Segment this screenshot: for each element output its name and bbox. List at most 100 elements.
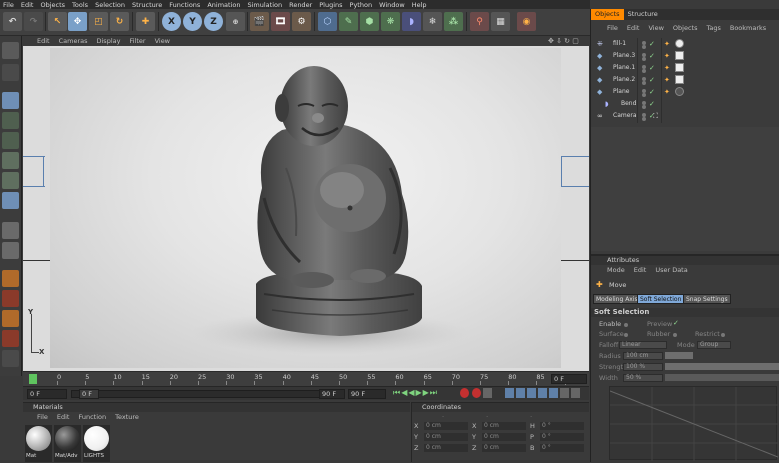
mode-dropdown[interactable]: Group (697, 341, 731, 349)
y-axis-lock-button[interactable]: Y (183, 12, 202, 31)
menu-plugins[interactable]: Plugins (319, 1, 342, 9)
texture-tag-icon[interactable] (675, 75, 684, 84)
material-swatch[interactable]: Mat (25, 425, 52, 462)
texture-tag-icon[interactable] (675, 39, 684, 48)
render-dot[interactable] (642, 93, 646, 97)
objects-menu-tags[interactable]: Tags (706, 24, 720, 32)
move-tool-icon[interactable]: ✥ (68, 12, 87, 31)
paint-icon[interactable] (2, 290, 19, 307)
live-select-icon[interactable]: ↖ (48, 12, 67, 31)
enabled-check[interactable]: ✓ (649, 98, 655, 110)
start-frame-field[interactable]: 0 F (27, 389, 67, 399)
tag-icon[interactable] (2, 330, 19, 347)
sculpt-icon[interactable] (2, 270, 19, 287)
material-swatch[interactable]: Mat/Adv (54, 425, 81, 462)
bend-deformer-icon[interactable]: ◗ (402, 12, 421, 31)
pen-spline-icon[interactable]: ✎ (339, 12, 358, 31)
coordinate-field[interactable]: 0 cm (424, 444, 468, 452)
render-dot[interactable] (642, 57, 646, 61)
viewport-menu-cameras[interactable]: Cameras (59, 37, 88, 45)
menu-render[interactable]: Render (289, 1, 312, 9)
camera-tag-icon[interactable]: ⛶ (653, 110, 658, 122)
menu-file[interactable]: File (3, 1, 14, 9)
material-tag-icon[interactable]: ✦ (664, 74, 670, 86)
menu-animation[interactable]: Animation (207, 1, 240, 9)
keyframe-selection-icon[interactable] (483, 388, 492, 398)
tab-structure[interactable]: Structure (624, 9, 662, 20)
menu-structure[interactable]: Structure (132, 1, 162, 9)
render-dot[interactable] (642, 105, 646, 109)
materials-menu-edit[interactable]: Edit (57, 413, 70, 421)
surface-checkbox[interactable] (624, 331, 628, 339)
z-axis-lock-button[interactable]: Z (204, 12, 223, 31)
strength-field[interactable]: 100 % (623, 363, 663, 371)
coordinate-field[interactable]: 0 cm (482, 444, 526, 452)
material-swatch[interactable]: LIGHTS (83, 425, 110, 462)
objects-menu-objects[interactable]: Objects (673, 24, 698, 32)
coordinate-field[interactable]: 0 cm (482, 422, 526, 430)
width-slider[interactable] (665, 374, 779, 381)
enable-checkbox[interactable] (624, 321, 628, 329)
objects-menu-bookmarks[interactable]: Bookmarks (730, 24, 766, 32)
object-row[interactable]: ◆ Plane.3 ✓ ✦ (591, 50, 779, 62)
texture-tag-icon[interactable] (675, 51, 684, 60)
render-dot[interactable] (642, 81, 646, 85)
spline-icon[interactable] (2, 350, 19, 367)
objects-menu-file[interactable]: File (607, 24, 618, 32)
restrict-checkbox[interactable] (721, 331, 725, 339)
materials-menu-function[interactable]: Function (78, 413, 106, 421)
viewport-menu-filter[interactable]: Filter (129, 37, 145, 45)
object-row[interactable]: ◆ Plane.2 ✓ ✦ (591, 74, 779, 86)
attr-tab-modeling-axis[interactable]: Modeling Axis (593, 294, 641, 304)
coordinate-field[interactable]: 0 cm (424, 433, 468, 441)
enabled-check[interactable]: ✓ (649, 62, 655, 74)
materials-menu-texture[interactable]: Texture (115, 413, 139, 421)
width-field[interactable]: 50 % (623, 374, 663, 382)
strength-slider[interactable] (665, 363, 779, 370)
rubber-checkbox[interactable] (673, 331, 677, 339)
environment-icon[interactable]: ❄ (423, 12, 442, 31)
render-dot[interactable] (642, 69, 646, 73)
cube-primitive-icon[interactable]: ⬡ (318, 12, 337, 31)
key-mode-buttons[interactable] (505, 388, 585, 399)
coordinate-system-icon[interactable]: ⊕ (226, 12, 245, 31)
coordinate-field[interactable]: 0 ° (540, 422, 584, 430)
render-dot[interactable] (642, 117, 646, 121)
coordinate-field[interactable]: 0 cm (424, 422, 468, 430)
menu-objects[interactable]: Objects (40, 1, 65, 9)
menu-tools[interactable]: Tools (72, 1, 88, 9)
timeline-ruler[interactable]: 051015202530354045505560657075808590 0 F (23, 371, 589, 386)
viewport-menu-display[interactable]: Display (97, 37, 121, 45)
transport-buttons[interactable]: ⏮◀◀▶▶⏭ (393, 388, 438, 398)
snap-icon[interactable] (2, 242, 19, 259)
falloff-dropdown[interactable]: Linear (619, 341, 667, 349)
add-object-icon[interactable]: ✚ (136, 12, 155, 31)
record-button[interactable] (460, 388, 469, 398)
material-tag-icon[interactable]: ✦ (664, 86, 670, 98)
object-row[interactable]: ∞ Camera ✓ ⛶ (591, 110, 779, 122)
enabled-check[interactable]: ✓ (649, 38, 655, 50)
material-tag-icon[interactable]: ✦ (664, 50, 670, 62)
polygons-mode-icon[interactable] (2, 192, 19, 209)
object-mode-icon[interactable] (2, 92, 19, 109)
camera-object-icon[interactable]: ⚲ (470, 12, 489, 31)
preview-checkbox[interactable]: ✓ (673, 319, 679, 327)
current-frame-field[interactable]: 0 F (79, 389, 99, 399)
coordinate-field[interactable]: 0 cm (482, 433, 526, 441)
model-mode-icon[interactable] (2, 64, 19, 81)
edges-mode-icon[interactable] (2, 172, 19, 189)
viewport[interactable]: Y X (23, 46, 589, 371)
object-row[interactable]: ◆ Plane.1 ✓ ✦ (591, 62, 779, 74)
render-view-icon[interactable]: 🎬 (250, 12, 269, 31)
radius-slider[interactable] (665, 352, 693, 359)
material-tag-icon[interactable]: ✦ (664, 38, 670, 50)
rotate-tool-icon[interactable]: ↻ (110, 12, 129, 31)
tab-objects[interactable]: Objects (591, 9, 624, 20)
attributes-menu-edit[interactable]: Edit (634, 266, 647, 274)
layout-icon[interactable]: ▦ (491, 12, 510, 31)
subdivision-surface-icon[interactable]: ⬢ (360, 12, 379, 31)
viewport-menu-view[interactable]: View (155, 37, 170, 45)
object-row[interactable]: ◆ Plane ✓ ✦ (591, 86, 779, 98)
menu-window[interactable]: Window (379, 1, 405, 9)
menu-python[interactable]: Python (350, 1, 373, 9)
